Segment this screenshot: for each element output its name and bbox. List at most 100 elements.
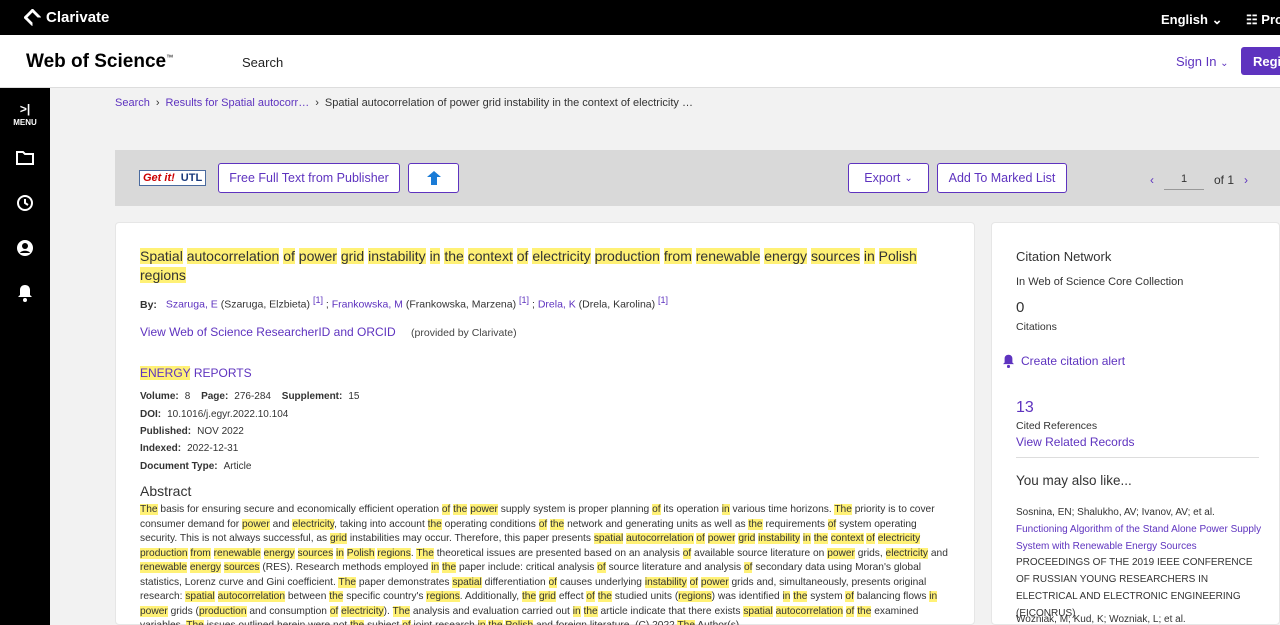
title-word: energy (764, 248, 808, 264)
record-title: Spatial autocorrelation of power grid in… (140, 247, 940, 285)
prev-record-icon[interactable]: ‹ (1150, 173, 1154, 187)
add-to-marked-list-button[interactable]: Add To Marked List (937, 163, 1067, 193)
profile-button[interactable] (0, 239, 50, 262)
menu-toggle[interactable]: >| MENU (0, 100, 50, 127)
highlighted-term: The (677, 620, 696, 625)
nav-search-link[interactable]: Search (242, 55, 283, 70)
affiliation-ref[interactable]: [1] (519, 295, 529, 305)
highlighted-term: sources (297, 547, 334, 559)
view-related-records-link[interactable]: View Related Records (1016, 435, 1135, 449)
page-number-input[interactable]: 1 (1164, 170, 1204, 190)
highlighted-term: the (857, 605, 872, 617)
title-word: of (283, 248, 295, 264)
highlighted-term: of (682, 547, 692, 559)
volume-row: Volume: 8 Page: 276-284 Supplement: 15 (140, 391, 359, 402)
journal-name-highlight: ENERGY (140, 366, 191, 380)
highlighted-term: instability (644, 576, 687, 588)
highlighted-term: in (721, 504, 730, 515)
highlighted-term: power (700, 576, 729, 588)
title-word: regions (140, 267, 186, 283)
sign-in-label: Sign In (1176, 54, 1217, 69)
pdf-link-button[interactable] (408, 163, 459, 193)
published-value: NOV 2022 (197, 426, 244, 437)
web-of-science-logo[interactable]: Web of Science™ (26, 51, 173, 73)
supplement-label: Supplement: (281, 391, 343, 402)
highlighted-term: autocorrelation (217, 591, 286, 602)
highlighted-term: in (431, 562, 440, 573)
by-label: By: (140, 298, 157, 311)
highlighted-term: grid (329, 533, 347, 544)
title-word: autocorrelation (186, 248, 280, 264)
highlighted-term: sources (223, 562, 260, 573)
authors-line: By: Szaruga, E (Szaruga, Elzbieta) [1] ;… (140, 295, 669, 311)
related-record: Wozniak, M; Kud, K; Wozniak, L; et al. (1016, 612, 1266, 625)
doctype-row: Document Type: Article (140, 461, 251, 472)
author-link[interactable]: Szaruga, E (166, 299, 218, 311)
highlighted-term: The (392, 605, 411, 617)
affiliation-ref[interactable]: [1] (313, 295, 323, 305)
folder-icon (16, 151, 34, 165)
clarivate-logo[interactable]: Clarivate (23, 8, 110, 27)
export-button[interactable]: Export ⌄ (848, 163, 929, 193)
researcher-id-link[interactable]: View Web of Science ResearcherID and ORC… (140, 325, 396, 339)
breadcrumb-results[interactable]: Results for Spatial autocorr… (166, 97, 310, 109)
highlighted-term: of (586, 591, 595, 602)
highlighted-term: renewable (140, 562, 188, 573)
history-button[interactable] (0, 194, 50, 217)
next-record-icon[interactable]: › (1244, 173, 1248, 187)
highlighted-term: electricity (885, 547, 929, 559)
highlighted-term: the (329, 591, 344, 602)
author-link[interactable]: Drela, K (538, 299, 576, 311)
highlighted-term: the (597, 591, 612, 602)
researcher-id-row: View Web of Science ResearcherID and ORC… (140, 325, 517, 339)
brand-text: Web of Science (26, 51, 167, 72)
title-word: renewable (695, 248, 761, 264)
you-may-also-like-heading: You may also like... (1016, 473, 1132, 488)
highlighted-term: of (845, 605, 855, 617)
indexed-value: 2022-12-31 (187, 443, 239, 454)
highlighted-term: in (336, 547, 344, 559)
create-alert-label: Create citation alert (1021, 354, 1126, 368)
author-link[interactable]: Frankowska, M (332, 299, 403, 311)
doi-value: 10.1016/j.egyr.2022.10.104 (167, 409, 289, 420)
left-sidebar: >| MENU (0, 88, 50, 625)
highlighted-term: electricity (341, 605, 384, 617)
highlighted-term: spatial (743, 605, 773, 617)
clarivate-logo-text: Clarivate (46, 9, 110, 26)
export-label: Export (864, 171, 901, 185)
journal-link[interactable]: ENERGY REPORTS (140, 366, 252, 380)
record-card: Spatial autocorrelation of power grid in… (115, 222, 975, 625)
highlighted-term: grid (738, 533, 756, 544)
cited-references-count[interactable]: 13 (1016, 399, 1034, 417)
title-word: from (663, 248, 692, 264)
grid-icon: ☷ (1246, 12, 1258, 27)
create-citation-alert-link[interactable]: Create citation alert (1002, 354, 1125, 368)
register-button[interactable]: Regis (1241, 47, 1280, 75)
download-pdf-icon (426, 171, 441, 185)
doi-row: DOI: 10.1016/j.egyr.2022.10.104 (140, 409, 288, 420)
chevron-down-icon: ⌄ (904, 172, 913, 184)
page-label: Page: (201, 391, 229, 402)
history-icon (17, 195, 33, 211)
language-selector[interactable]: English ⌄ (1161, 12, 1222, 28)
citation-network-panel: Citation Network In Web of Science Core … (991, 222, 1280, 625)
alerts-button[interactable] (0, 284, 50, 307)
affiliation-ref[interactable]: [1] (658, 295, 668, 305)
sign-in-button[interactable]: Sign In ⌄ (1176, 54, 1229, 69)
highlighted-term: of (652, 504, 661, 515)
free-full-text-button[interactable]: Free Full Text from Publisher (218, 163, 400, 193)
related-record: Sosnina, EN; Shalukho, AV; Ivanov, AV; e… (1016, 505, 1266, 623)
citations-count: 0 (1016, 299, 1025, 316)
highlighted-term: the (748, 518, 763, 530)
breadcrumb-search[interactable]: Search (115, 97, 150, 109)
highlighted-term: spatial (185, 591, 215, 602)
products-menu[interactable]: ☷ Pro (1246, 12, 1280, 28)
get-it-utl-button[interactable]: Get it! UTL (139, 170, 207, 186)
pages-value: 276-284 (234, 391, 271, 402)
breadcrumb: Search › Results for Spatial autocorr… › Spa… (115, 97, 693, 109)
site-header: Web of Science™ Search Sign In ⌄ Regis (0, 35, 1280, 88)
highlighted-term: The (140, 504, 158, 515)
related-record-title[interactable]: Functioning Algorithm of the Stand Alone… (1016, 522, 1266, 556)
journal-name-rest: REPORTS (193, 366, 252, 380)
folder-button[interactable] (0, 150, 50, 171)
